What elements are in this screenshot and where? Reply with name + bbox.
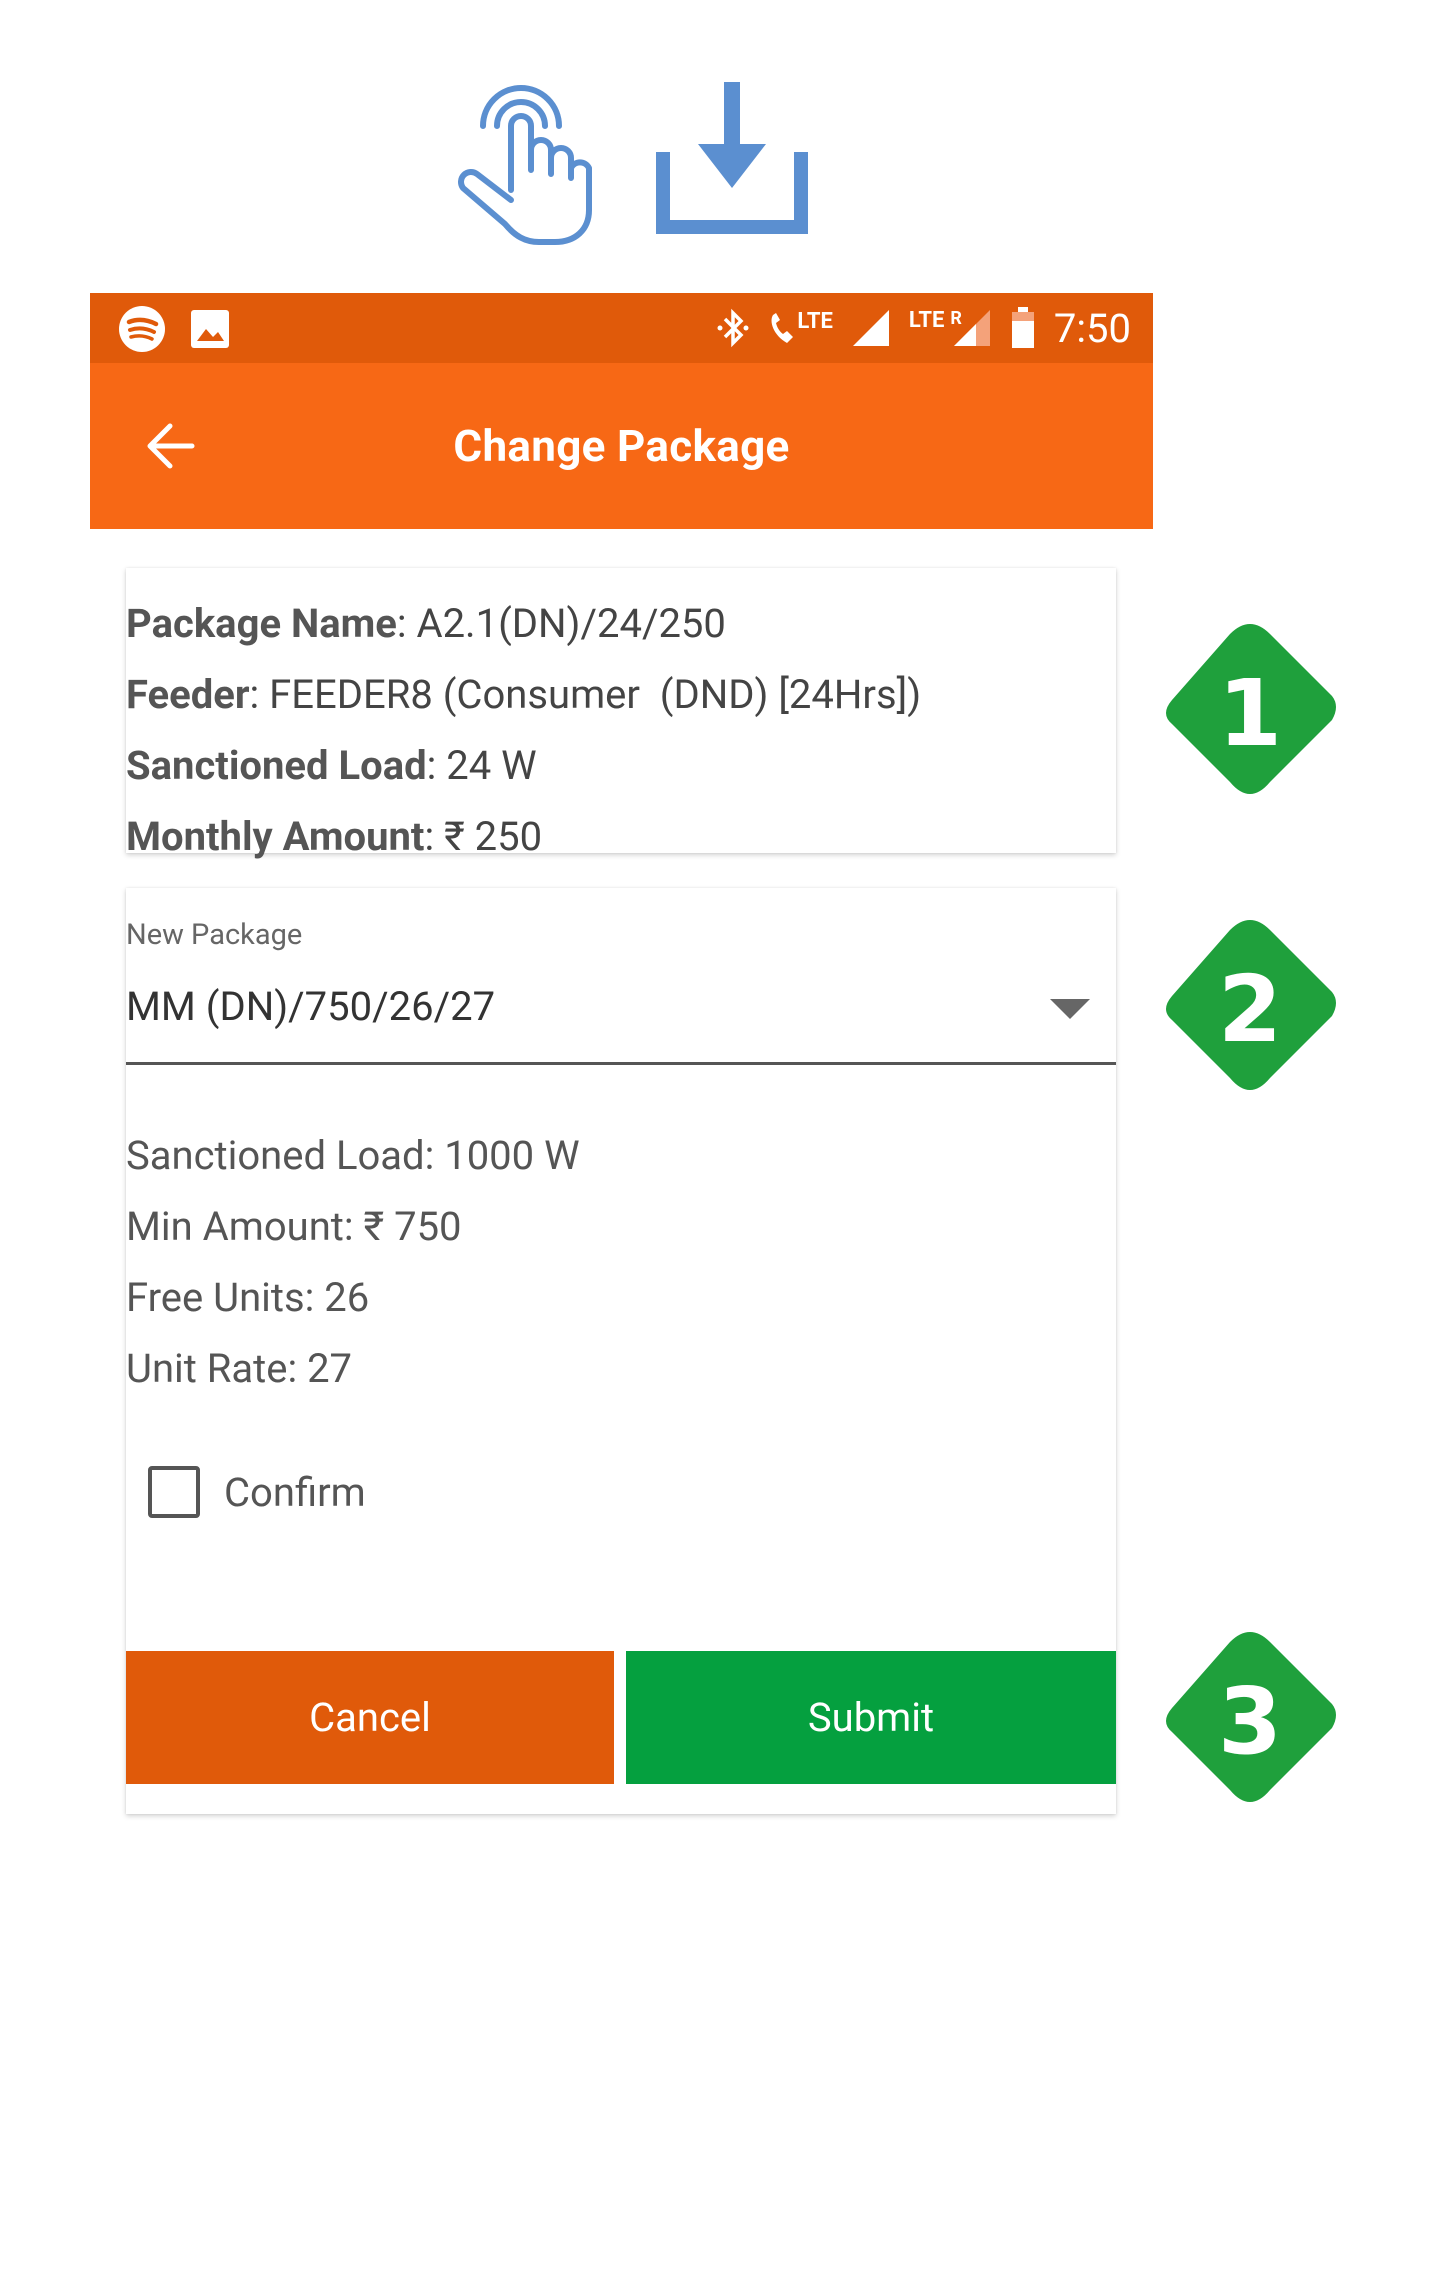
step-number-2: 2 [1217,956,1282,1063]
touch-icon [458,85,592,245]
lte-label-2: LTE [908,308,945,333]
new-package-details: Sanctioned Load: 1000 W Min Amount: ₹ 75… [126,1120,580,1404]
package-name-value: : A2.1(DN)/24/250 [396,600,726,647]
page-title: Change Package [453,420,790,472]
step-number-3: 3 [1217,1668,1282,1775]
new-sanctioned-load: Sanctioned Load: 1000 W [126,1132,580,1179]
confirm-checkbox-row[interactable]: Confirm [148,1466,366,1518]
step-badge-1: 1 [1150,614,1350,814]
status-time: 7:50 [1053,304,1131,352]
new-package-card: New Package MM (DN)/750/26/27 Sanctioned… [126,888,1116,1814]
signal-icon [852,310,889,346]
monthly-amount-value: : ₹ 250 [424,813,543,860]
top-icons [0,0,1430,260]
dropdown-arrow-icon [1050,999,1090,1019]
sanctioned-load-row: Sanctioned Load: 24 W [126,730,1116,801]
step-number-1: 1 [1217,660,1282,767]
step-badge-2: 2 [1150,910,1350,1110]
submit-button[interactable]: Submit [626,1651,1116,1784]
feeder-row: Feeder: FEEDER8 (Consumer (DND) [24Hrs]) [126,659,1116,730]
sanctioned-load-label: Sanctioned Load [126,742,427,789]
package-name-label: Package Name [126,600,397,647]
new-unit-rate: Unit Rate: 27 [126,1345,353,1392]
signal-roaming-icon [953,310,990,346]
feeder-value: : FEEDER8 (Consumer (DND) [24Hrs]) [249,671,922,718]
monthly-amount-label: Monthly Amount [126,813,425,860]
feeder-label: Feeder [126,671,250,718]
step-badge-3: 3 [1150,1622,1350,1822]
status-bar: LTE LTE R 7:50 [90,293,1153,363]
package-name-row: Package Name: A2.1(DN)/24/250 [126,588,1116,659]
bluetooth-icon [717,308,749,348]
new-package-select[interactable]: MM (DN)/750/26/27 [126,973,1116,1065]
app-bar: Change Package [90,363,1153,529]
new-package-selected-value: MM (DN)/750/26/27 [126,983,496,1030]
sanctioned-load-value: : 24 W [426,742,537,789]
battery-icon [1011,307,1034,348]
call-icon [771,313,794,343]
confirm-checkbox[interactable] [148,1466,200,1518]
lte-label-1: LTE [797,309,833,334]
cancel-button[interactable]: Cancel [126,1651,614,1784]
current-package-card: Package Name: A2.1(DN)/24/250 Feeder: FE… [126,568,1116,860]
monthly-amount-row: Monthly Amount: ₹ 250 [126,801,1116,872]
new-min-amount: Min Amount: ₹ 750 [126,1203,462,1250]
phone-screen: LTE LTE R 7:50 Change Package [90,293,1153,529]
confirm-label: Confirm [224,1468,366,1516]
image-icon [191,310,229,348]
new-package-label: New Package [126,918,303,952]
new-free-units: Free Units: 26 [126,1274,370,1321]
spotify-icon [119,306,165,352]
download-icon [656,82,808,234]
